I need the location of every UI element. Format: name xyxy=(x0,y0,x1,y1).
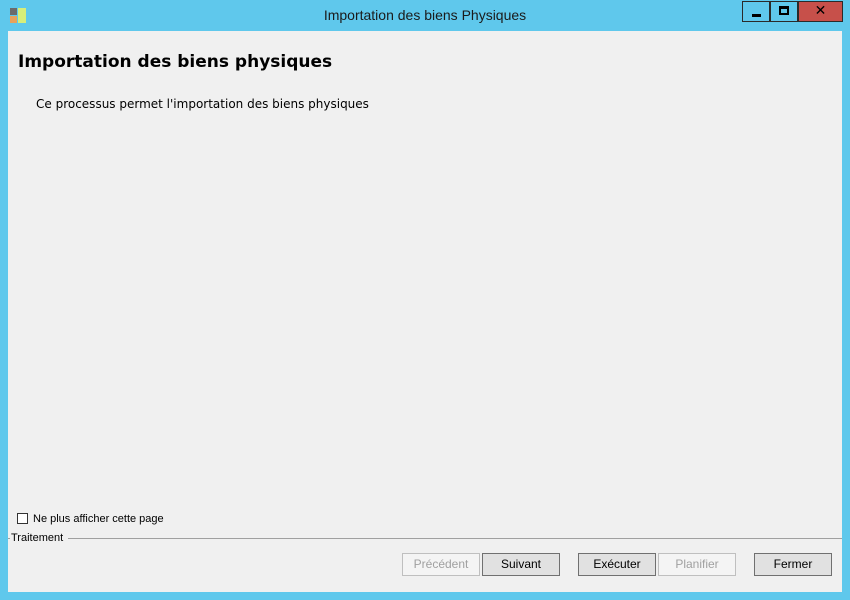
dont-show-label[interactable]: Ne plus afficher cette page xyxy=(33,513,164,525)
application-window: Importation des biens Physiques ✕ Import… xyxy=(0,0,850,600)
page-description: Ce processus permet l'importation des bi… xyxy=(36,97,369,111)
close-window-button[interactable]: ✕ xyxy=(798,1,843,22)
close-button[interactable]: Fermer xyxy=(754,553,832,576)
page-heading: Importation des biens physiques xyxy=(18,52,333,72)
window-title: Importation des biens Physiques xyxy=(323,7,527,23)
schedule-button[interactable]: Planifier xyxy=(658,553,736,576)
minimize-icon xyxy=(752,14,761,17)
previous-button[interactable]: Précédent xyxy=(402,553,480,576)
title-bar[interactable]: Importation des biens Physiques ✕ xyxy=(0,0,850,31)
maximize-button[interactable] xyxy=(770,1,798,22)
next-button[interactable]: Suivant xyxy=(482,553,560,576)
wizard-content: Importation des biens physiques Ce proce… xyxy=(8,31,842,592)
close-icon: ✕ xyxy=(814,3,827,19)
group-label-traitement: Traitement xyxy=(10,532,65,544)
group-divider xyxy=(68,538,842,539)
maximize-icon xyxy=(779,6,789,15)
execute-button[interactable]: Exécuter xyxy=(578,553,656,576)
minimize-button[interactable] xyxy=(742,1,770,22)
dont-show-checkbox[interactable] xyxy=(17,513,28,524)
